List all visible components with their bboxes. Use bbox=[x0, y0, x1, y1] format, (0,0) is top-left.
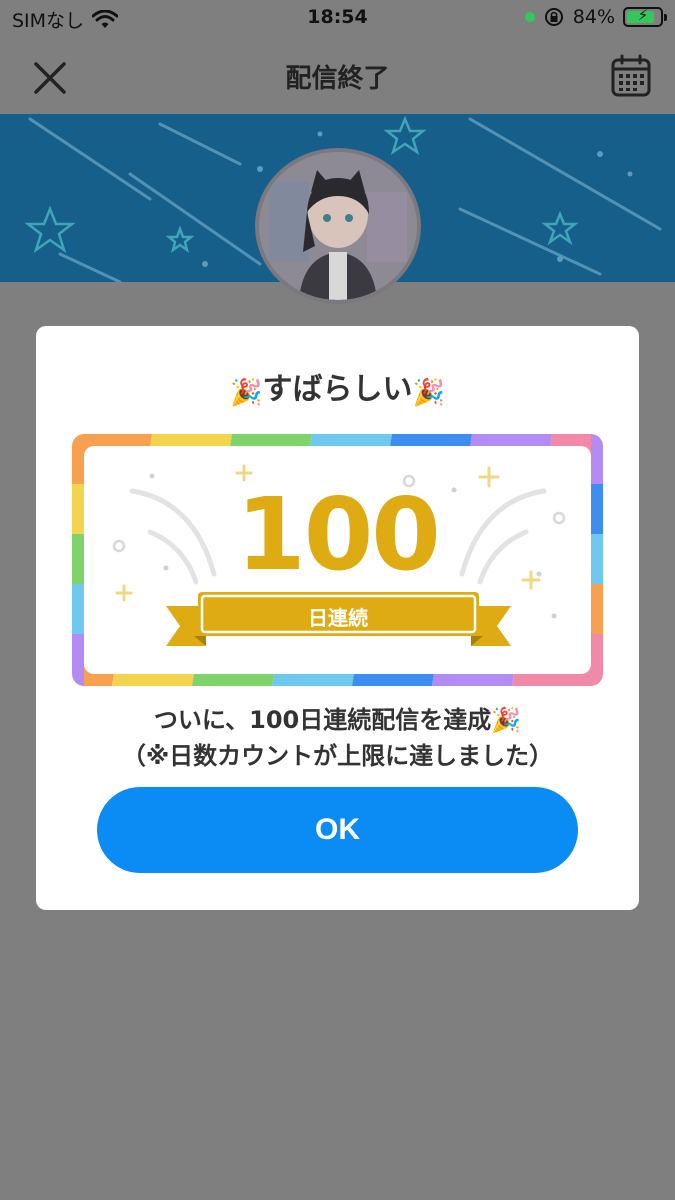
dialog-title-text: すばらしい bbox=[262, 372, 413, 407]
calendar-icon[interactable] bbox=[611, 54, 651, 98]
nav-bar: 配信終了 bbox=[0, 38, 675, 114]
avatar bbox=[255, 148, 421, 304]
camera-indicator-icon bbox=[524, 12, 535, 22]
status-bar: SIMなし 18:54 84% ⚡ bbox=[0, 0, 675, 38]
party-popper-icon: 🎉 bbox=[412, 378, 445, 408]
ok-button[interactable]: OK bbox=[97, 787, 578, 873]
rotation-lock-icon bbox=[544, 8, 563, 26]
avatar-image bbox=[259, 152, 417, 300]
achievement-dialog: 🎉すばらしい🎉 100 日連続 ついに、100日連続配信を達成🎉 （※日数カウン… bbox=[36, 326, 639, 910]
charging-bolt-icon: ⚡ bbox=[637, 6, 649, 24]
status-right-group: 84% ⚡ bbox=[524, 6, 667, 28]
message-line-2: （※日数カウントが上限に達しました） bbox=[121, 742, 554, 770]
page-title: 配信終了 bbox=[285, 64, 390, 94]
party-popper-icon: 🎉 bbox=[230, 378, 263, 408]
message-line-1: ついに、100日連続配信を達成🎉 bbox=[153, 706, 522, 734]
battery-icon: ⚡ bbox=[623, 6, 667, 27]
achievement-message: ついに、100日連続配信を達成🎉 （※日数カウントが上限に達しました） bbox=[36, 702, 639, 774]
battery-percent: 84% bbox=[572, 6, 615, 28]
ribbon-label: 日連続 bbox=[308, 606, 368, 630]
dialog-title: 🎉すばらしい🎉 bbox=[36, 364, 639, 408]
streak-count: 100 bbox=[236, 476, 441, 593]
